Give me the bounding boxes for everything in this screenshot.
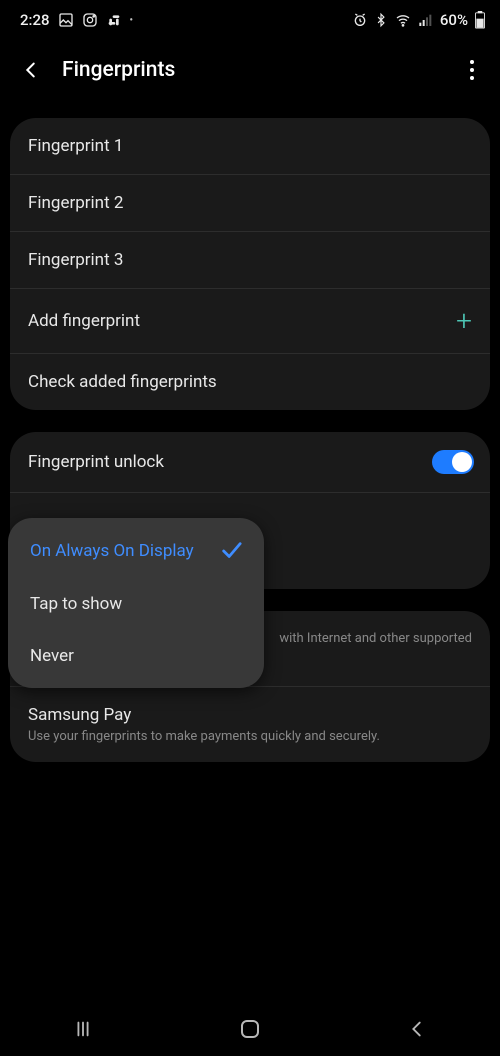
samsung-pay-row[interactable]: Samsung Pay Use your fingerprints to mak… (10, 687, 490, 762)
image-icon (58, 12, 74, 28)
plus-icon: + (456, 307, 472, 335)
fingerprint-unlock-row[interactable]: Fingerprint unlock (10, 432, 490, 493)
popup-option-always-on[interactable]: On Always On Display (8, 524, 264, 578)
slack-icon (106, 12, 122, 28)
alarm-icon (352, 12, 368, 28)
page-title: Fingerprints (62, 58, 442, 82)
samsung-pay-desc: Use your fingerprints to make payments q… (28, 729, 380, 744)
navigation-bar (0, 1002, 500, 1056)
samsung-pay-label: Samsung Pay (28, 705, 131, 725)
popup-option-never[interactable]: Never (8, 630, 264, 682)
check-fingerprints-row[interactable]: Check added fingerprints (10, 354, 490, 410)
nav-back-button[interactable] (367, 1018, 467, 1040)
wifi-icon (394, 12, 412, 28)
fingerprint-unlock-toggle[interactable] (432, 450, 474, 474)
web-signin-desc: with Internet and other supported (279, 631, 472, 646)
check-icon (220, 540, 242, 562)
status-time: 2:28 (20, 11, 50, 29)
add-fingerprint-label: Add fingerprint (28, 311, 456, 331)
home-button[interactable] (200, 1017, 300, 1041)
fingerprints-group: Fingerprint 1 Fingerprint 2 Fingerprint … (10, 118, 490, 410)
battery-icon (474, 11, 486, 29)
popup-option-tap-to-show[interactable]: Tap to show (8, 578, 264, 630)
popup-option-label: Never (30, 646, 74, 666)
fingerprint-item[interactable]: Fingerprint 3 (10, 232, 490, 289)
fingerprint-item[interactable]: Fingerprint 1 (10, 118, 490, 175)
dot-icon: • (130, 15, 134, 26)
fingerprint-label: Fingerprint 1 (28, 136, 472, 156)
instagram-icon (82, 12, 98, 28)
bluetooth-icon (374, 12, 388, 28)
check-fingerprints-label: Check added fingerprints (28, 372, 472, 392)
battery-percent: 60% (440, 11, 468, 29)
more-options-button[interactable] (460, 59, 484, 81)
add-fingerprint-row[interactable]: Add fingerprint + (10, 289, 490, 354)
fingerprint-item[interactable]: Fingerprint 2 (10, 175, 490, 232)
status-bar: 2:28 • 60% (0, 0, 500, 40)
always-on-popup: On Always On Display Tap to show Never (8, 518, 264, 688)
popup-option-label: Tap to show (30, 594, 122, 614)
fingerprint-label: Fingerprint 2 (28, 193, 472, 213)
fingerprint-unlock-label: Fingerprint unlock (28, 452, 432, 472)
back-button[interactable] (18, 57, 44, 83)
popup-option-label: On Always On Display (30, 541, 194, 561)
recents-button[interactable] (33, 1018, 133, 1040)
fingerprint-label: Fingerprint 3 (28, 250, 472, 270)
app-header: Fingerprints (0, 40, 500, 100)
signal-icon (418, 12, 434, 28)
